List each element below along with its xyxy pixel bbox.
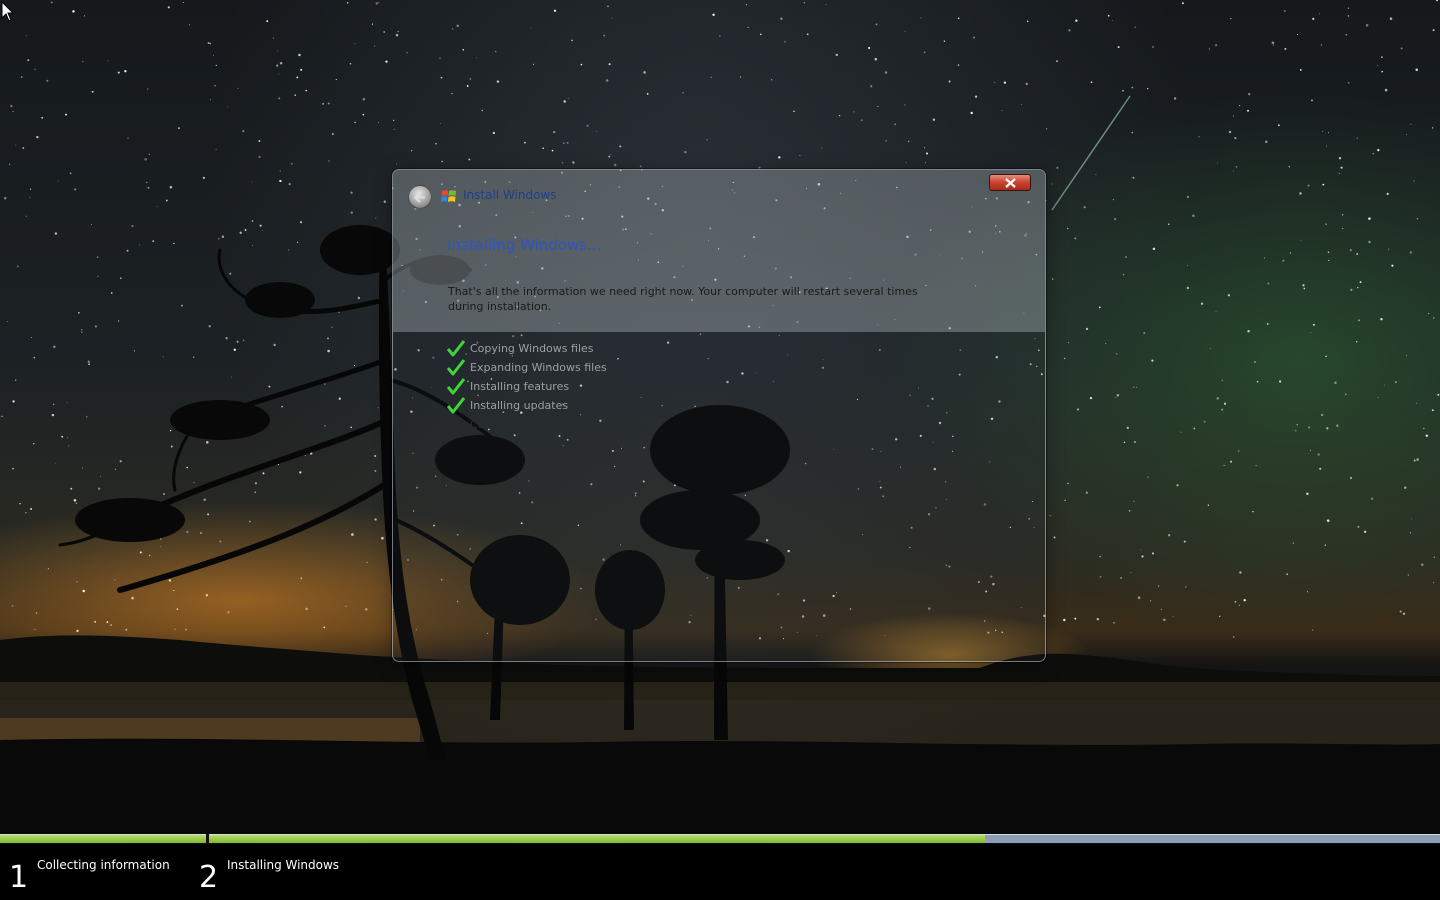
collecting-information-progress [0,835,206,843]
step-expanding-files: Expanding Windows files [446,358,607,377]
checkmark-icon [446,396,467,415]
dialog-title: Install Windows [463,188,557,202]
installing-windows-progress [209,835,985,843]
step-pending-icon [447,416,467,434]
windows-logo-icon [441,190,456,202]
stage-number-1: 1 [9,860,29,895]
step-label: Copying Windows files [470,342,594,355]
checkmark-icon [446,377,467,396]
install-windows-dialog: Install Windows Installing Windows... Th… [392,169,1046,662]
close-button[interactable] [989,174,1031,191]
checkmark-icon [446,358,467,377]
step-label: Expanding Windows files [470,361,607,374]
step-installing-features: Installing features [446,377,607,396]
back-button[interactable] [408,185,432,209]
stage-label-installing: Installing Windows [227,858,340,872]
step-completing-installation: Completing installation [447,415,607,434]
step-installing-updates: Installing updates [446,396,607,415]
step-label: Completing installation [470,418,598,431]
step-label: Installing features [470,380,570,393]
stage-label-collecting: Collecting information [37,858,170,872]
intro-text: That's all the information we need right… [448,285,918,313]
checkmark-icon [446,339,467,358]
step-label: Installing updates [470,399,569,412]
installation-steps-list: Copying Windows files Expanding Windows … [446,339,607,434]
close-icon [1005,178,1016,188]
mouse-pointer-icon [1,1,15,22]
step-copying-files: Copying Windows files [446,339,607,358]
back-arrow-icon [414,192,425,203]
stage-number-2: 2 [199,860,219,895]
page-heading: Installing Windows... [447,236,602,254]
